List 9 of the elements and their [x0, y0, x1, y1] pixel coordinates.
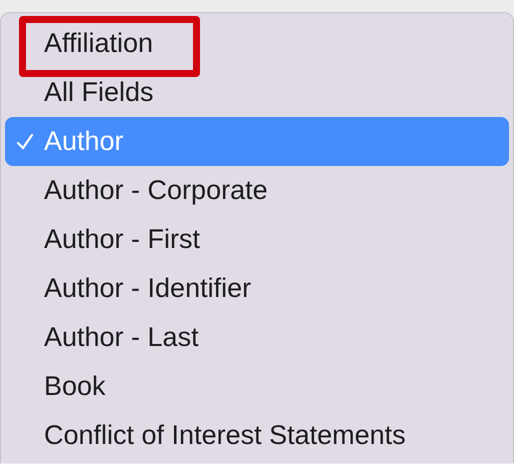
menu-item[interactable]: Affiliation — [5, 19, 509, 68]
menu-item[interactable]: Author - Corporate — [5, 166, 509, 215]
menu-item[interactable]: Conflict of Interest Statements — [5, 411, 509, 460]
menu-item[interactable]: Book — [5, 362, 509, 411]
menu-item[interactable]: Author - Last — [5, 313, 509, 362]
checkmark-icon — [14, 132, 34, 152]
menu-item[interactable]: Author - Identifier — [5, 264, 509, 313]
menu-item[interactable]: All Fields — [5, 68, 509, 117]
menu-item[interactable]: Author - First — [5, 215, 509, 264]
